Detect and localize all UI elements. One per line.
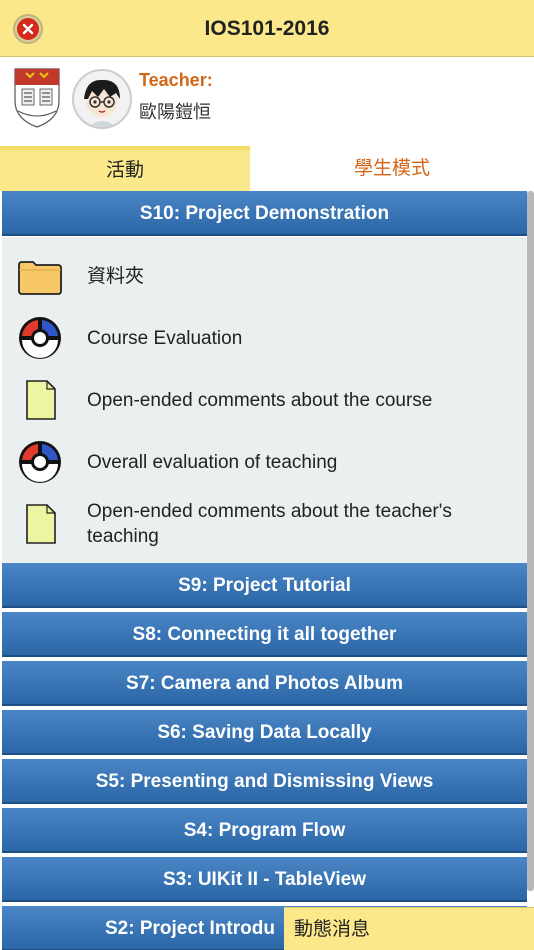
top-bar: IOS101-2016 bbox=[0, 0, 534, 57]
list-item-label: 資料夾 bbox=[87, 264, 145, 287]
list-item-label: Course Evaluation bbox=[87, 327, 243, 349]
session-header-s6[interactable]: S6: Saving Data Locally bbox=[2, 710, 527, 755]
university-crest-icon bbox=[12, 67, 62, 129]
session-header-s10[interactable]: S10: Project Demonstration bbox=[2, 191, 527, 236]
teacher-name: 歐陽鎧恒 bbox=[139, 102, 211, 123]
session-header-s7[interactable]: S7: Camera and Photos Album bbox=[2, 661, 527, 706]
page-title: IOS101-2016 bbox=[204, 17, 330, 40]
tab-activity[interactable]: 活動 bbox=[0, 146, 250, 191]
session-header-s8[interactable]: S8: Connecting it all together bbox=[2, 612, 527, 657]
list-item-label: Open-ended comments about the course bbox=[87, 389, 433, 411]
session-header-s4[interactable]: S4: Program Flow bbox=[2, 808, 527, 853]
document-icon bbox=[17, 501, 63, 547]
session-header-s5[interactable]: S5: Presenting and Dismissing Views bbox=[2, 759, 527, 804]
document-icon bbox=[17, 377, 63, 423]
list-item-folder[interactable]: 資料夾 bbox=[2, 245, 527, 307]
close-icon bbox=[17, 18, 39, 40]
list-item-course-comments[interactable]: Open-ended comments about the course bbox=[2, 369, 527, 431]
close-button[interactable] bbox=[13, 14, 43, 44]
list-item-teaching-evaluation[interactable]: Overall evaluation of teaching bbox=[2, 431, 527, 493]
session-header-s9[interactable]: S9: Project Tutorial bbox=[2, 563, 527, 608]
session-header-s3[interactable]: S3: UIKit II - TableView bbox=[2, 857, 527, 902]
teacher-label: Teacher: bbox=[139, 70, 213, 90]
teacher-info: Teacher: 歐陽鎧恒 bbox=[0, 57, 534, 146]
scrollbar[interactable] bbox=[527, 191, 534, 891]
news-feed-tab[interactable]: 動態消息 bbox=[284, 907, 534, 950]
list-item-course-evaluation[interactable]: Course Evaluation bbox=[2, 307, 527, 369]
evaluation-icon bbox=[17, 315, 63, 361]
session-content-s10: 資料夾 Course Evaluation Open-ended comment… bbox=[2, 237, 527, 563]
avatar bbox=[72, 69, 132, 129]
list-item-label: Open-ended comments about the teacher's … bbox=[87, 501, 452, 547]
mode-tabs: 活動 學生模式 bbox=[0, 146, 534, 191]
folder-icon bbox=[17, 253, 63, 299]
tab-student-mode[interactable]: 學生模式 bbox=[250, 146, 534, 191]
evaluation-icon bbox=[17, 439, 63, 485]
list-item-label: Overall evaluation of teaching bbox=[87, 451, 338, 473]
list-item-teacher-comments[interactable]: Open-ended comments about the teacher's … bbox=[2, 493, 527, 555]
